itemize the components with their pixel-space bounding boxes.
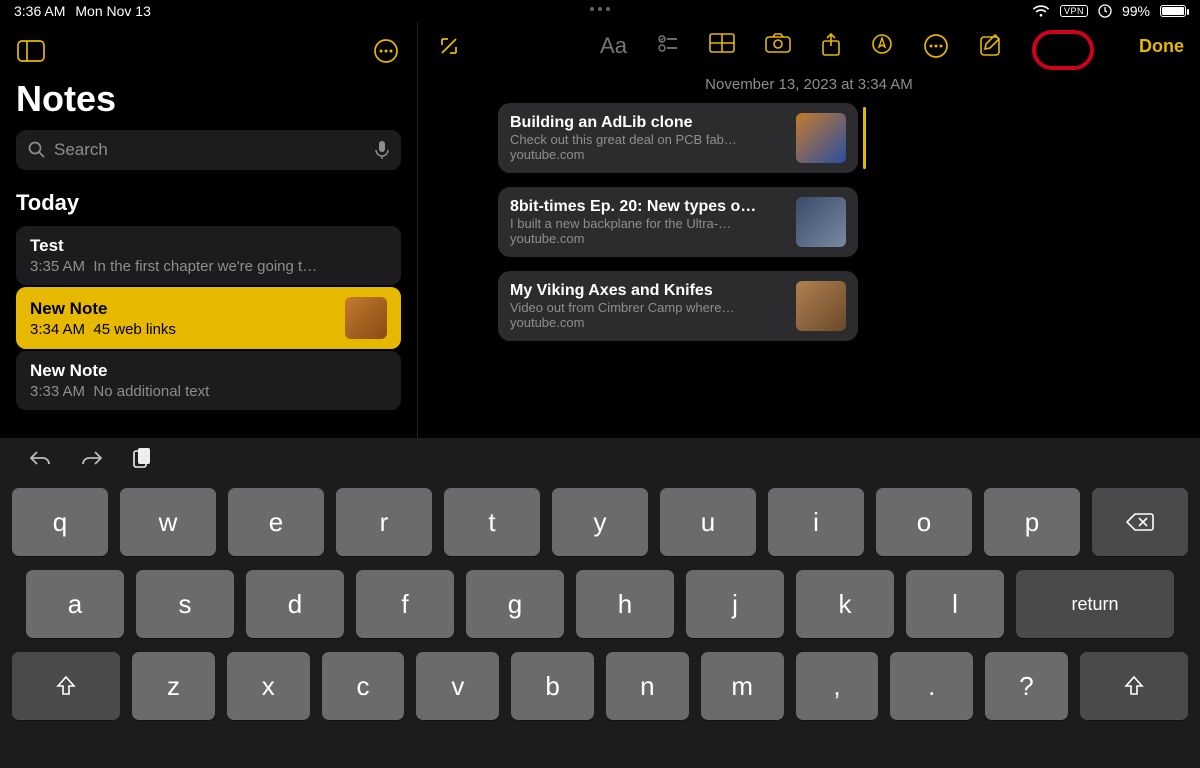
- key-k[interactable]: k: [796, 570, 894, 638]
- link-card[interactable]: 8bit-times Ep. 20: New types o… I built …: [498, 187, 858, 257]
- key-p[interactable]: p: [984, 488, 1080, 556]
- key-punct[interactable]: .: [890, 652, 973, 720]
- expand-icon[interactable]: [434, 31, 464, 61]
- link-title: 8bit-times Ep. 20: New types o…: [510, 198, 784, 216]
- multitask-handle[interactable]: [582, 7, 618, 12]
- undo-icon[interactable]: [28, 449, 52, 467]
- battery-percent: 99%: [1122, 3, 1150, 19]
- key-v[interactable]: v: [416, 652, 499, 720]
- note-title: New Note: [30, 361, 387, 381]
- key-e[interactable]: e: [228, 488, 324, 556]
- link-card[interactable]: Building an AdLib clone Check out this g…: [498, 103, 858, 173]
- note-thumbnail: [345, 297, 387, 339]
- done-button[interactable]: Done: [1139, 36, 1184, 57]
- text-cursor: [863, 107, 866, 169]
- key-g[interactable]: g: [466, 570, 564, 638]
- link-thumbnail: [796, 281, 846, 331]
- key-punct[interactable]: ,: [796, 652, 879, 720]
- key-h[interactable]: h: [576, 570, 674, 638]
- share-icon[interactable]: [821, 33, 841, 59]
- key-n[interactable]: n: [606, 652, 689, 720]
- mic-icon[interactable]: [375, 140, 389, 160]
- status-time: 3:36 AM: [14, 3, 65, 19]
- note-date: November 13, 2023 at 3:34 AM: [458, 70, 1160, 103]
- more-circle-icon[interactable]: [371, 36, 401, 66]
- status-bar: 3:36 AM Mon Nov 13 VPN 99%: [0, 0, 1200, 22]
- link-thumbnail: [796, 113, 846, 163]
- link-domain: youtube.com: [510, 231, 784, 246]
- editor-more-icon[interactable]: [923, 33, 949, 59]
- table-icon[interactable]: [709, 33, 735, 59]
- key-l[interactable]: l: [906, 570, 1004, 638]
- key-w[interactable]: w: [120, 488, 216, 556]
- note-meta: 3:34 AM 45 web links: [30, 321, 335, 338]
- note-item-selected[interactable]: New Note 3:34 AM 45 web links: [16, 287, 401, 349]
- sidebar-toggle-icon[interactable]: [16, 36, 46, 66]
- note-item[interactable]: New Note 3:33 AM No additional text: [16, 351, 401, 410]
- battery-icon: [1160, 5, 1186, 17]
- key-q[interactable]: q: [12, 488, 108, 556]
- key-b[interactable]: b: [511, 652, 594, 720]
- key-r[interactable]: r: [336, 488, 432, 556]
- status-date: Mon Nov 13: [75, 3, 150, 19]
- camera-icon[interactable]: [765, 33, 791, 59]
- note-meta: 3:35 AM In the first chapter we're going…: [30, 258, 387, 275]
- return-key[interactable]: return: [1016, 570, 1174, 638]
- key-t[interactable]: t: [444, 488, 540, 556]
- compose-icon[interactable]: [979, 33, 1003, 59]
- redo-icon[interactable]: [80, 449, 104, 467]
- section-header: Today: [0, 184, 417, 226]
- clipboard-icon[interactable]: [132, 447, 152, 469]
- note-title: Test: [30, 236, 387, 256]
- text-style-icon[interactable]: Aa: [600, 33, 627, 59]
- link-title: Building an AdLib clone: [510, 114, 784, 132]
- key-z[interactable]: z: [132, 652, 215, 720]
- editor-toolbar: Aa Done: [418, 22, 1200, 70]
- key-o[interactable]: o: [876, 488, 972, 556]
- key-punct[interactable]: ?: [985, 652, 1068, 720]
- vpn-badge: VPN: [1060, 5, 1088, 17]
- search-input[interactable]: [46, 140, 375, 160]
- orientation-lock-icon: [1098, 4, 1112, 18]
- key-j[interactable]: j: [686, 570, 784, 638]
- link-domain: youtube.com: [510, 315, 784, 330]
- search-field[interactable]: [16, 130, 401, 170]
- checklist-icon[interactable]: [657, 33, 679, 59]
- onscreen-keyboard[interactable]: qwertyuiop asdfghjklreturn zxcvbnm,.?: [0, 438, 1200, 768]
- note-meta: 3:33 AM No additional text: [30, 383, 387, 400]
- link-card[interactable]: My Viking Axes and Knifes Video out from…: [498, 271, 858, 341]
- key-d[interactable]: d: [246, 570, 344, 638]
- shift-key[interactable]: [1080, 652, 1188, 720]
- page-title: Notes: [0, 78, 417, 130]
- link-list: Building an AdLib clone Check out this g…: [458, 103, 1160, 341]
- link-desc: I built a new backplane for the Ultra-…: [510, 216, 784, 231]
- link-desc: Check out this great deal on PCB fab…: [510, 132, 784, 147]
- shift-key[interactable]: [12, 652, 120, 720]
- key-y[interactable]: y: [552, 488, 648, 556]
- note-item[interactable]: Test 3:35 AM In the first chapter we're …: [16, 226, 401, 285]
- key-s[interactable]: s: [136, 570, 234, 638]
- key-a[interactable]: a: [26, 570, 124, 638]
- link-domain: youtube.com: [510, 147, 784, 162]
- notes-list: Test 3:35 AM In the first chapter we're …: [0, 226, 417, 412]
- link-desc: Video out from Cimbrer Camp where…: [510, 300, 784, 315]
- wifi-icon: [1032, 5, 1050, 17]
- link-title: My Viking Axes and Knifes: [510, 282, 784, 300]
- key-u[interactable]: u: [660, 488, 756, 556]
- key-x[interactable]: x: [227, 652, 310, 720]
- search-icon: [28, 141, 46, 159]
- markup-icon[interactable]: [871, 33, 893, 59]
- note-title: New Note: [30, 299, 335, 319]
- key-i[interactable]: i: [768, 488, 864, 556]
- key-f[interactable]: f: [356, 570, 454, 638]
- key-c[interactable]: c: [322, 652, 405, 720]
- link-thumbnail: [796, 197, 846, 247]
- key-m[interactable]: m: [701, 652, 784, 720]
- backspace-key[interactable]: [1092, 488, 1188, 556]
